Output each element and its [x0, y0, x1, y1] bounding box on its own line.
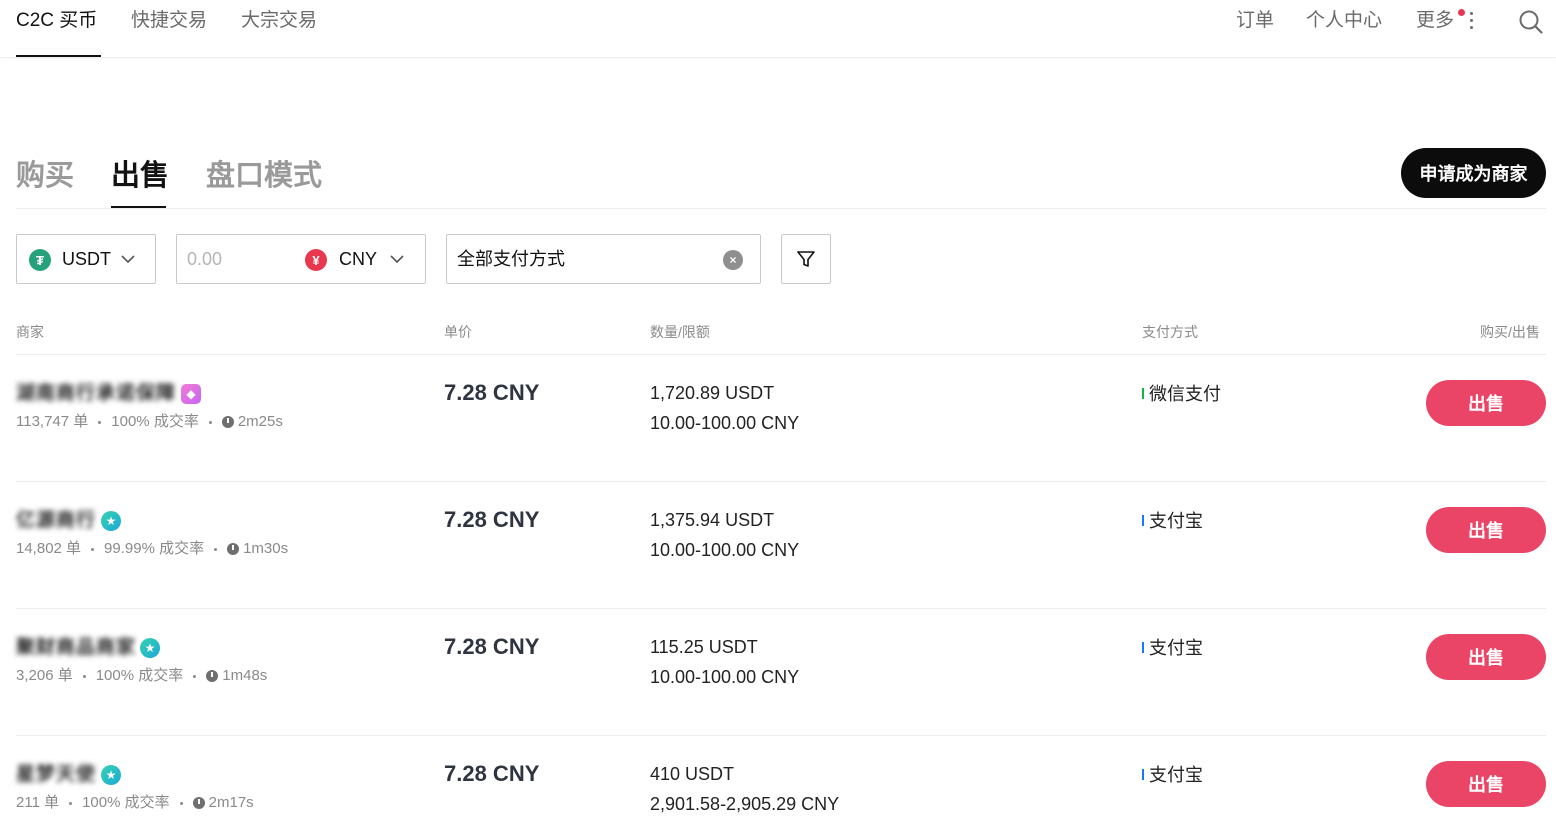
verified-badge-icon: ★ — [101, 511, 121, 531]
chevron-down-icon — [121, 255, 135, 264]
sell-button[interactable]: 出售 — [1426, 507, 1546, 553]
tab-orderbook-mode[interactable]: 盘口模式 — [206, 158, 322, 194]
separator-dot — [208, 420, 212, 424]
kebab-icon[interactable] — [1469, 12, 1475, 30]
header-price: 单价 — [444, 324, 472, 340]
verified-badge-icon: ★ — [101, 765, 121, 785]
completion-rate: 100% 成交率 — [82, 794, 170, 811]
merchant-stats: 3,206 单 100% 成交率 1m48s — [16, 667, 267, 685]
separator-dot — [193, 674, 197, 678]
sell-button[interactable]: 出售 — [1426, 380, 1546, 426]
table-row: 亿源商行 ★ 14,802 单 99.99% 成交率 1m30s 7.28 CN… — [0, 482, 1556, 609]
become-merchant-button[interactable]: 申请成为商家 — [1401, 148, 1546, 198]
chevron-down-icon[interactable] — [390, 254, 404, 264]
payment-method: 微信支付 — [1149, 384, 1221, 404]
separator-dot — [179, 801, 183, 805]
header-quantity-limit: 数量/限额 — [650, 324, 710, 340]
clock-icon — [221, 416, 234, 428]
nav-more[interactable]: 更多 — [1416, 9, 1454, 33]
usdt-coin-icon: ₮ — [29, 249, 51, 271]
verified-badge-icon: ★ — [140, 638, 160, 658]
tab-buy[interactable]: 购买 — [16, 158, 74, 194]
order-limit: 10.00-100.00 CNY — [650, 413, 800, 433]
coin-select[interactable]: ₮ USDT — [16, 234, 156, 284]
amount-input[interactable]: 0.00 — [187, 248, 222, 270]
clear-icon[interactable]: × — [723, 250, 743, 270]
notification-dot — [1458, 9, 1465, 16]
available-quantity: 115.25 USDT — [650, 637, 758, 657]
merchant-stats: 14,802 单 99.99% 成交率 1m30s — [16, 540, 288, 558]
clock-icon — [192, 797, 205, 809]
separator-dot — [91, 547, 95, 551]
available-quantity: 1,720.89 USDT — [650, 383, 775, 403]
sell-button[interactable]: 出售 — [1426, 761, 1546, 807]
order-limit: 10.00-100.00 CNY — [650, 540, 800, 560]
avg-release-time: 2m25s — [237, 413, 283, 430]
nav-c2c-buy[interactable]: C2C 买币 — [16, 9, 97, 33]
order-count: 113,747 单 — [16, 413, 89, 430]
header-merchant: 商家 — [16, 324, 44, 340]
unit-price: 7.28 CNY — [444, 761, 540, 786]
order-limit: 2,901.58-2,905.29 CNY — [650, 794, 840, 814]
completion-rate: 99.99% 成交率 — [104, 540, 205, 557]
filter-button[interactable] — [781, 234, 831, 284]
unit-price: 7.28 CNY — [444, 634, 540, 659]
avg-release-time: 1m48s — [222, 667, 268, 684]
payment-method: 支付宝 — [1149, 638, 1203, 658]
merchant-name[interactable]: 湖南商行承诺保障 — [16, 383, 176, 405]
search-icon[interactable] — [1518, 9, 1544, 35]
tabs-divider — [16, 208, 1546, 209]
unit-price: 7.28 CNY — [444, 380, 540, 405]
unit-price: 7.28 CNY — [444, 507, 540, 532]
coin-select-value: USDT — [62, 249, 111, 269]
separator-dot — [98, 420, 102, 424]
payment-method: 支付宝 — [1149, 511, 1203, 531]
funnel-icon — [797, 251, 815, 267]
avg-release-time: 2m17s — [208, 794, 254, 811]
merchant-name[interactable]: 星梦天使 — [16, 764, 96, 786]
nav-orders[interactable]: 订单 — [1236, 9, 1274, 33]
table-row: 星梦天使 ★ 211 单 100% 成交率 2m17s 7.28 CNY 410… — [0, 736, 1556, 820]
completion-rate: 100% 成交率 — [95, 667, 184, 684]
cny-currency-icon: ¥ — [305, 249, 327, 271]
top-nav: C2C 买币 快捷交易 大宗交易 订单 个人中心 更多 — [0, 0, 1556, 58]
merchant-name[interactable]: 亿源商行 — [16, 510, 96, 532]
available-quantity: 1,375.94 USDT — [650, 510, 775, 530]
nav-quick-trade[interactable]: 快捷交易 — [131, 9, 207, 33]
merchant-name[interactable]: 聚财商品商家 — [16, 637, 136, 659]
nav-profile[interactable]: 个人中心 — [1306, 9, 1382, 33]
clock-icon — [206, 670, 219, 682]
table-row: 湖南商行承诺保障 ◆ 113,747 单 100% 成交率 2m25s 7.28… — [0, 355, 1556, 482]
tab-sell[interactable]: 出售 — [111, 158, 169, 194]
avg-release-time: 1m30s — [243, 540, 289, 557]
separator-dot — [82, 674, 86, 678]
separator-dot — [69, 801, 73, 805]
merchant-stats: 113,747 单 100% 成交率 2m25s — [16, 413, 283, 431]
payment-method-select[interactable]: 全部支付方式 × — [446, 234, 761, 284]
sell-button[interactable]: 出售 — [1426, 634, 1546, 680]
order-count: 14,802 单 — [16, 540, 82, 557]
merchant-stats: 211 单 100% 成交率 2m17s — [16, 794, 254, 812]
payment-method-value: 全部支付方式 — [457, 249, 565, 269]
clock-icon — [227, 543, 240, 555]
order-count: 3,206 单 — [16, 667, 73, 684]
table-row: 聚财商品商家 ★ 3,206 单 100% 成交率 1m48s 7.28 CNY… — [0, 609, 1556, 736]
amount-fiat-group: 0.00 ¥ CNY — [176, 234, 426, 284]
order-count: 211 单 — [16, 794, 60, 811]
nav-block-trade[interactable]: 大宗交易 — [241, 9, 317, 33]
header-payment: 支付方式 — [1142, 324, 1198, 340]
payment-method: 支付宝 — [1149, 765, 1203, 785]
available-quantity: 410 USDT — [650, 764, 735, 784]
nav-active-underline — [16, 55, 101, 57]
diamond-badge-icon: ◆ — [181, 384, 201, 404]
header-action: 购买/出售 — [1480, 324, 1540, 340]
separator-dot — [214, 547, 218, 551]
completion-rate: 100% 成交率 — [111, 413, 199, 430]
fiat-select-value[interactable]: CNY — [339, 248, 377, 270]
order-limit: 10.00-100.00 CNY — [650, 667, 800, 687]
